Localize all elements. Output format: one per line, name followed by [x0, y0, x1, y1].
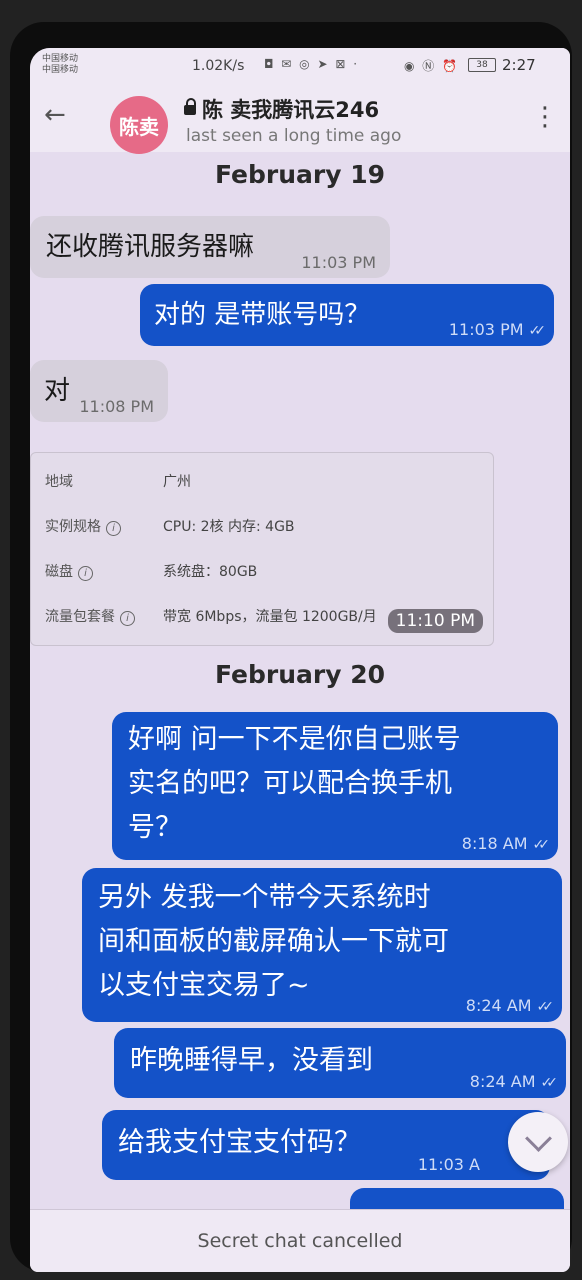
message-time: 11:03 PM — [448, 320, 524, 339]
incoming-message[interactable]: 对 11:08 PM — [30, 360, 168, 422]
network-speed: 1.02K/s — [192, 58, 245, 74]
chat-title-text: 陈 卖我腾讯云246 — [202, 98, 380, 122]
spec-value: 带宽 6Mbps，流量包 1200GB/月 — [163, 609, 377, 625]
spec-label-with-icon: 实例规格 i — [45, 516, 155, 536]
message-text: 对的 是带账号吗？ — [154, 300, 371, 330]
message-meta: 8:18 AM ✓✓ — [461, 834, 551, 854]
message-text: 好啊 问一下不是你自己账号 实名的吧？可以配合换手机 号？ — [128, 724, 461, 843]
spec-label-with-icon: 磁盘 i — [45, 561, 155, 581]
chat-header: ← 陈卖 陈 卖我腾讯云246 last seen a long time ag… — [30, 80, 570, 154]
info-icon: i — [120, 611, 135, 626]
outgoing-message[interactable]: 好啊 问一下不是你自己账号 实名的吧？可以配合换手机 号？ 8:18 AM ✓✓ — [112, 712, 558, 860]
outgoing-message[interactable]: 给我支付宝支付码？ 11:03 A — [102, 1110, 550, 1180]
notification-icons: ◘ ✉ ◎ ➤ ⊠ · — [264, 57, 360, 71]
carrier-1: 中国移动 — [42, 54, 79, 64]
spec-label: 磁盘 — [45, 564, 73, 580]
outgoing-message[interactable]: 昨晚睡得早，没看到 8:24 AM ✓✓ — [114, 1028, 566, 1098]
chat-title[interactable]: 陈 卖我腾讯云246 — [184, 94, 379, 124]
spec-label-with-icon: 流量包套餐 i — [45, 606, 155, 626]
message-time: 11:10 PM — [387, 609, 483, 633]
more-options-icon[interactable]: ⋮ — [532, 102, 558, 132]
message-time: 11:08 PM — [79, 397, 154, 416]
message-text: 给我支付宝支付码？ — [118, 1127, 361, 1158]
avatar[interactable]: 陈卖 — [110, 96, 168, 154]
scroll-to-bottom-button[interactable] — [508, 1112, 568, 1172]
image-message[interactable]: 地域 广州 实例规格 i CPU: 2核 内存: 4GB 磁盘 i 系统盘：80GB… — [30, 452, 494, 646]
spec-value: CPU: 2核 内存: 4GB — [163, 519, 295, 535]
carrier-info: 中国移动 中国移动 — [42, 54, 78, 76]
message-meta: 8:24 AM ✓✓ — [469, 1072, 559, 1092]
spec-label: 实例规格 — [45, 519, 101, 535]
lock-icon — [184, 98, 196, 115]
back-arrow-icon[interactable]: ← — [44, 100, 74, 130]
read-checkmark-icon: ✓✓ — [536, 999, 555, 1015]
system-icons: ◉ Ⓝ ⏰ — [404, 59, 460, 73]
message-text: 对 — [44, 376, 71, 406]
spec-value: 系统盘：80GB — [163, 564, 258, 580]
message-meta: 11:03 PM ✓✓ — [448, 320, 547, 340]
last-seen-status: last seen a long time ago — [186, 126, 402, 146]
read-checkmark-icon: ✓✓ — [528, 323, 547, 339]
read-checkmark-icon: ✓✓ — [532, 837, 551, 853]
incoming-message[interactable]: 还收腾讯服务器嘛 11:03 PM — [30, 216, 390, 278]
status-bar: 中国移动 中国移动 1.02K/s ◘ ✉ ◎ ➤ ⊠ · ◉ Ⓝ ⏰ 38 2… — [30, 48, 570, 80]
phone-frame: 中国移动 中国移动 1.02K/s ◘ ✉ ◎ ➤ ⊠ · ◉ Ⓝ ⏰ 38 2… — [10, 22, 572, 1272]
message-time: 8:24 AM — [465, 996, 532, 1015]
message-text: 还收腾讯服务器嘛 — [46, 232, 255, 262]
outgoing-message[interactable]: 另外 发我一个带今天系统时 间和面板的截屏确认一下就可 以支付宝交易了~ 8:2… — [82, 868, 562, 1022]
secret-chat-status-bar: Secret chat cancelled — [30, 1209, 570, 1272]
status-time: 2:27 — [502, 56, 536, 74]
outgoing-message[interactable]: 对的 是带账号吗？ 11:03 PM ✓✓ — [140, 284, 554, 346]
spec-label: 流量包套餐 — [45, 609, 115, 625]
info-icon: i — [78, 566, 93, 581]
message-text: 昨晚睡得早，没看到 — [130, 1045, 373, 1076]
message-time: 11:03 A — [417, 1155, 480, 1174]
spec-label: 地域 — [45, 474, 73, 490]
telegram-screen: 中国移动 中国移动 1.02K/s ◘ ✉ ◎ ➤ ⊠ · ◉ Ⓝ ⏰ 38 2… — [30, 48, 570, 1272]
spec-value: 广州 — [163, 474, 191, 490]
battery-icon: 38 — [468, 58, 496, 72]
read-checkmark-icon: ✓✓ — [540, 1075, 559, 1091]
chevron-down-icon — [524, 1124, 552, 1152]
date-separator: February 20 — [214, 660, 386, 689]
carrier-2: 中国移动 — [42, 65, 79, 75]
message-list[interactable]: February 19 还收腾讯服务器嘛 11:03 PM 对的 是带账号吗？ … — [30, 152, 570, 1228]
message-time: 11:03 PM — [301, 253, 376, 272]
info-icon: i — [106, 521, 121, 536]
date-separator: February 19 — [214, 160, 386, 189]
message-time: 8:24 AM — [469, 1072, 536, 1091]
message-text: 另外 发我一个带今天系统时 间和面板的截屏确认一下就可 以支付宝交易了~ — [98, 882, 449, 1001]
message-time: 8:18 AM — [461, 834, 528, 853]
message-meta: 8:24 AM ✓✓ — [465, 996, 555, 1016]
